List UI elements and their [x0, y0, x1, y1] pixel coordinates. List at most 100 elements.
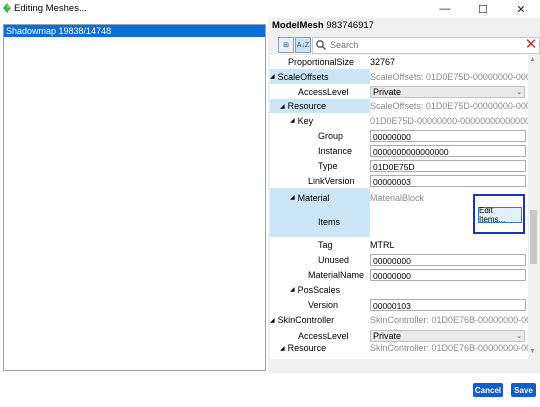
property-row[interactable]: LinkVersion 00000003	[270, 173, 528, 188]
property-row[interactable]: ProportionalSize 32767	[270, 55, 528, 69]
cancel-button[interactable]: Cancel	[473, 383, 503, 397]
access-level-dropdown[interactable]: Private ⌄	[370, 85, 525, 98]
property-value-cell: SkinController: 01D0E76B-00000000-0000	[370, 343, 528, 353]
property-row[interactable]: MaterialName 00000000	[270, 267, 528, 282]
property-label: Instance	[318, 145, 353, 156]
property-value-cell: 32767	[370, 55, 528, 69]
alphabetical-sort-icon[interactable]: A↓Z	[295, 37, 311, 53]
property-value-field[interactable]: 00000000	[370, 253, 526, 266]
expander-icon[interactable]: ◢	[270, 73, 275, 80]
property-value-cell: 00000103	[370, 297, 528, 312]
property-label: ScaleOffsets	[277, 71, 329, 82]
property-name: ◢ Key	[270, 113, 370, 128]
property-name: ◢ SkinController	[270, 312, 370, 328]
expander-icon[interactable]: ◢	[280, 345, 285, 352]
property-name: Group	[270, 128, 370, 143]
expander-icon[interactable]: ◢	[290, 194, 295, 201]
chevron-down-icon: ⌄	[516, 88, 522, 96]
property-row[interactable]: Tag MTRL	[270, 237, 528, 252]
property-row[interactable]: Type 01D0E75D	[270, 158, 528, 173]
property-row[interactable]: AccessLevel Private ⌄	[270, 84, 528, 99]
property-label: Resource	[287, 343, 327, 353]
property-value-cell: 00000000	[370, 128, 528, 143]
property-value: 01D0E75D-00000000-0000000000000000	[370, 115, 528, 126]
close-button[interactable]: ✕	[502, 0, 540, 18]
search-icon	[316, 40, 327, 51]
property-row[interactable]: ◢ ScaleOffsets ScaleOffsets: 01D0E75D-0000…	[270, 69, 528, 84]
property-label: MaterialName	[308, 269, 365, 280]
maximize-button[interactable]: ☐	[464, 0, 502, 18]
property-value: SkinController: 01D0E76B-00000000-0000	[370, 343, 528, 353]
categorized-icon[interactable]: ⊞	[278, 37, 294, 53]
search-input[interactable]	[330, 39, 520, 51]
property-scrollbar[interactable]: ▲ ▼	[528, 55, 538, 359]
expander-icon[interactable]: ◢	[280, 103, 285, 110]
property-label: Resource	[287, 101, 327, 111]
property-value-field[interactable]: 01D0E75D	[370, 159, 526, 172]
property-value: MaterialBlock	[370, 192, 425, 203]
property-label: AccessLevel	[298, 330, 349, 341]
property-row[interactable]: Unused 00000000	[270, 252, 528, 267]
property-row[interactable]: Instance 0000000000000000	[270, 143, 528, 158]
property-value-cell: 0000000000000000	[370, 143, 528, 158]
edit-items-button[interactable]: Edit Items...	[478, 206, 522, 224]
property-label: Key	[297, 115, 314, 126]
property-value-cell: 00000000	[370, 252, 528, 267]
property-value-cell: MTRL	[370, 237, 528, 252]
property-label: Material	[297, 192, 330, 203]
expander-icon[interactable]: ◢	[290, 117, 295, 124]
save-button[interactable]: Save	[511, 383, 536, 397]
property-value-field[interactable]: 00000000	[370, 268, 526, 281]
expander-icon[interactable]: ◢	[290, 286, 295, 293]
property-label: AccessLevel	[298, 86, 349, 97]
property-row[interactable]: ◢ Key 01D0E75D-00000000-0000000000000000	[270, 113, 528, 128]
clear-search-icon[interactable]: ✕	[524, 37, 538, 52]
property-row[interactable]: ◢ Resource ScaleOffsets: 01D0E75D-00000000…	[270, 99, 528, 113]
minimize-button[interactable]: —	[426, 0, 464, 18]
property-row[interactable]: ◢ PosScales	[270, 282, 528, 297]
property-label: Items	[318, 217, 341, 227]
property-value: SkinController: 01D0E76B-00000000-0000	[370, 315, 528, 325]
property-value-cell: 01D0E75D	[370, 158, 528, 173]
property-name: MaterialName	[270, 267, 370, 282]
property-row[interactable]: ◢ Resource SkinController: 01D0E76B-000000…	[270, 343, 528, 353]
property-row[interactable]: ◢ SkinController SkinController: 01D0E76B-…	[270, 312, 528, 328]
property-name: ◢ Resource	[270, 343, 370, 353]
chevron-down-icon: ⌄	[516, 332, 522, 340]
highlight-frame: Edit Items...	[473, 194, 525, 234]
property-value-field[interactable]: 00000003	[370, 174, 526, 187]
mesh-list[interactable]: Shadowmap 19838/14748	[3, 24, 266, 371]
property-row[interactable]: AccessLevel Private ⌄	[270, 328, 528, 343]
expander-icon[interactable]: ◢	[270, 317, 275, 324]
property-name: ProportionalSize	[270, 55, 370, 69]
property-value-cell	[370, 282, 528, 297]
scroll-up-icon[interactable]: ▲	[529, 56, 536, 63]
list-item[interactable]: Shadowmap 19838/14748	[4, 25, 265, 37]
property-label: LinkVersion	[308, 175, 355, 186]
scroll-down-icon[interactable]: ▼	[529, 348, 536, 355]
plumbob-icon	[3, 3, 11, 13]
property-name: AccessLevel	[270, 328, 370, 343]
property-label: Unused	[318, 254, 350, 265]
window-title: Editing Meshes...	[14, 3, 87, 14]
property-value-cell: Private ⌄	[370, 328, 528, 343]
property-value: ScaleOffsets: 01D0E75D-00000000-00000	[370, 101, 528, 111]
property-value-field[interactable]: 00000000	[370, 129, 526, 142]
property-row[interactable]: Group 00000000	[270, 128, 528, 143]
property-value-field[interactable]: 00000103	[370, 298, 526, 311]
property-name: ◢ Material	[270, 188, 370, 207]
property-row[interactable]: Version 00000103	[270, 297, 528, 312]
property-label: PosScales	[297, 284, 341, 295]
panel-header-id: 983746917	[326, 20, 374, 31]
property-label: Tag	[318, 239, 333, 250]
access-level-dropdown[interactable]: Private ⌄	[370, 329, 525, 342]
property-value: ScaleOffsets: 01D0E75D-00000000-00000	[370, 71, 528, 82]
property-value-cell: ScaleOffsets: 01D0E75D-00000000-00000	[370, 99, 528, 113]
property-name: Type	[270, 158, 370, 173]
property-value-field[interactable]: 0000000000000000	[370, 144, 526, 157]
property-name: ◢ Resource	[270, 99, 370, 113]
scroll-thumb[interactable]	[530, 210, 537, 264]
property-value-cell: Private ⌄	[370, 84, 528, 99]
sort-toolbar: ⊞ A↓Z	[278, 37, 312, 53]
search-box[interactable]: ✕	[312, 37, 540, 54]
